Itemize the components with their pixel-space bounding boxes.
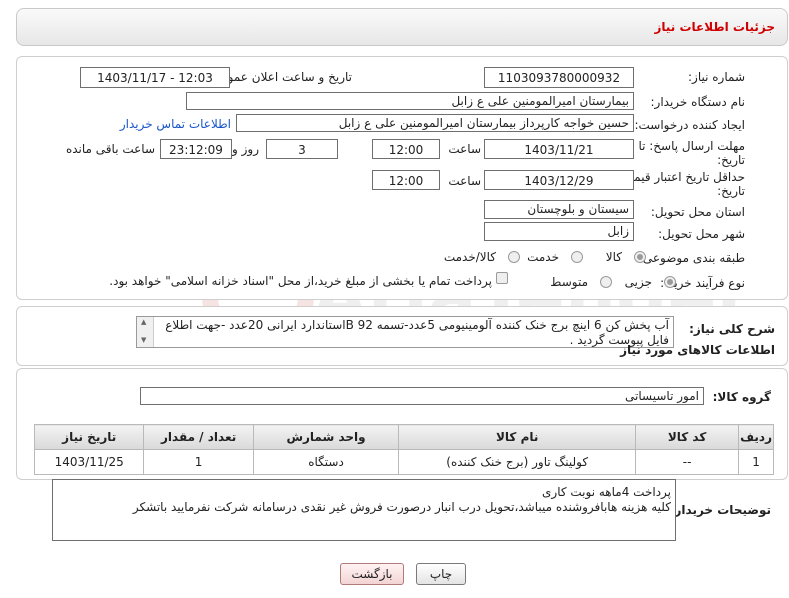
delivery-province-field: سیستان و بلوچستان	[484, 200, 634, 219]
category-option-goods: کالا	[605, 250, 622, 264]
cell-row-number: 1	[738, 449, 774, 475]
reply-deadline-label: مهلت ارسال پاسخ: تا	[638, 139, 745, 153]
goods-table-header: ردیف کد کالا نام کالا واحد شمارش تعداد /…	[33, 424, 774, 450]
remaining-time-label: ساعت باقی مانده	[65, 142, 155, 156]
table-row: 1 -- کولینگ تاور (برج خنک کننده) دستگاه …	[33, 449, 774, 475]
requester-label: ایجاد کننده درخواست:	[634, 118, 745, 132]
treasury-payment-note: پرداخت تمام یا بخشی از مبلغ خرید،از محل …	[109, 274, 492, 288]
back-button[interactable]: بازگشت	[340, 563, 404, 585]
buyer-notes-line-2: کلیه هزینه هابافروشنده میباشد،تحویل درب …	[132, 500, 671, 514]
reply-deadline-date-field: 1403/11/21	[484, 139, 634, 159]
goods-group-field: امور تاسیساتی	[140, 387, 704, 405]
goods-group-label: گروه کالا:	[712, 390, 771, 404]
cell-unit: دستگاه	[252, 449, 400, 475]
requester-field: حسین خواجه کارپرداز بیمارستان امیرالمومن…	[236, 114, 634, 132]
col-row-number: ردیف	[738, 424, 774, 450]
delivery-province-label: استان محل تحویل:	[650, 205, 745, 219]
description-label: شرح کلی نیاز:	[689, 322, 775, 336]
category-radio-goods[interactable]	[634, 251, 646, 263]
need-number-label: شماره نیاز:	[688, 70, 745, 84]
page-title: جزئیات اطلاعات نیاز	[654, 20, 775, 34]
col-need-date: تاریخ نیاز	[33, 424, 145, 450]
announce-datetime-field: 1403/11/17 - 12:03	[80, 67, 230, 88]
need-number-field: 1103093780000932	[484, 67, 634, 88]
col-quantity: تعداد / مقدار	[143, 424, 254, 450]
reply-deadline-label-date: تاریخ:	[717, 153, 745, 167]
cell-quantity: 1	[143, 449, 254, 475]
category-radio-service[interactable]	[571, 251, 583, 263]
delivery-city-field: زابل	[484, 222, 634, 241]
process-radio-minor[interactable]	[664, 276, 676, 288]
category-option-service: خدمت	[527, 250, 559, 264]
description-line-1: آب پخش کن 6 اینچ برج خنک کننده آلومینیوم…	[165, 318, 669, 332]
price-validity-time-label: ساعت	[448, 174, 481, 188]
description-scrollbar[interactable]: ▲ ▼	[137, 317, 154, 347]
cell-goods-code: --	[635, 449, 740, 475]
buyer-notes-box: پرداخت 4ماهه نوبت کاری کلیه هزینه هابافر…	[52, 479, 676, 541]
reply-deadline-time-field: 12:00	[372, 139, 440, 159]
scroll-up-icon[interactable]: ▲	[141, 318, 146, 326]
header-bar: جزئیات اطلاعات نیاز	[16, 8, 788, 46]
price-validity-label-date: تاریخ:	[717, 184, 745, 198]
buyer-contact-link[interactable]: اطلاعات تماس خریدار	[120, 117, 231, 131]
treasury-payment-checkbox[interactable]	[496, 272, 508, 284]
price-validity-date-field: 1403/12/29	[484, 170, 634, 190]
col-goods-code: کد کالا	[635, 424, 740, 450]
remaining-days-field: 3	[266, 139, 338, 159]
buyer-notes-line-1: پرداخت 4ماهه نوبت کاری	[542, 485, 671, 499]
col-unit: واحد شمارش	[252, 424, 400, 450]
cell-need-date: 1403/11/25	[33, 449, 145, 475]
buyer-org-field: بیمارستان امیرالمومنین علی ع زابل	[186, 92, 634, 110]
category-option-goods-service: کالا/خدمت	[443, 250, 496, 264]
category-radio-goods-service[interactable]	[508, 251, 520, 263]
goods-table: ردیف کد کالا نام کالا واحد شمارش تعداد /…	[33, 424, 774, 475]
category-label: طبقه بندی موضوعی:	[638, 251, 745, 265]
print-button[interactable]: چاپ	[416, 563, 466, 585]
process-option-minor: جزیی	[624, 275, 652, 289]
buyer-notes-label: توضیحات خریدار:	[669, 503, 771, 517]
description-textarea[interactable]: آب پخش کن 6 اینچ برج خنک کننده آلومینیوم…	[136, 316, 674, 348]
delivery-city-label: شهر محل تحویل:	[658, 227, 745, 241]
cell-goods-name: کولینگ تاور (برج خنک کننده)	[398, 449, 637, 475]
remaining-days-label: روز و	[232, 142, 259, 156]
col-goods-name: نام کالا	[398, 424, 637, 450]
reply-deadline-time-label: ساعت	[448, 142, 481, 156]
scroll-down-icon[interactable]: ▼	[141, 336, 146, 344]
process-option-medium: متوسط	[550, 275, 588, 289]
price-validity-time-field: 12:00	[372, 170, 440, 190]
remaining-time-field: 23:12:09	[160, 139, 232, 159]
process-radio-medium[interactable]	[600, 276, 612, 288]
buyer-org-label: نام دستگاه خریدار:	[650, 95, 746, 109]
goods-section-title: اطلاعات کالاهای مورد نیاز	[620, 343, 775, 357]
